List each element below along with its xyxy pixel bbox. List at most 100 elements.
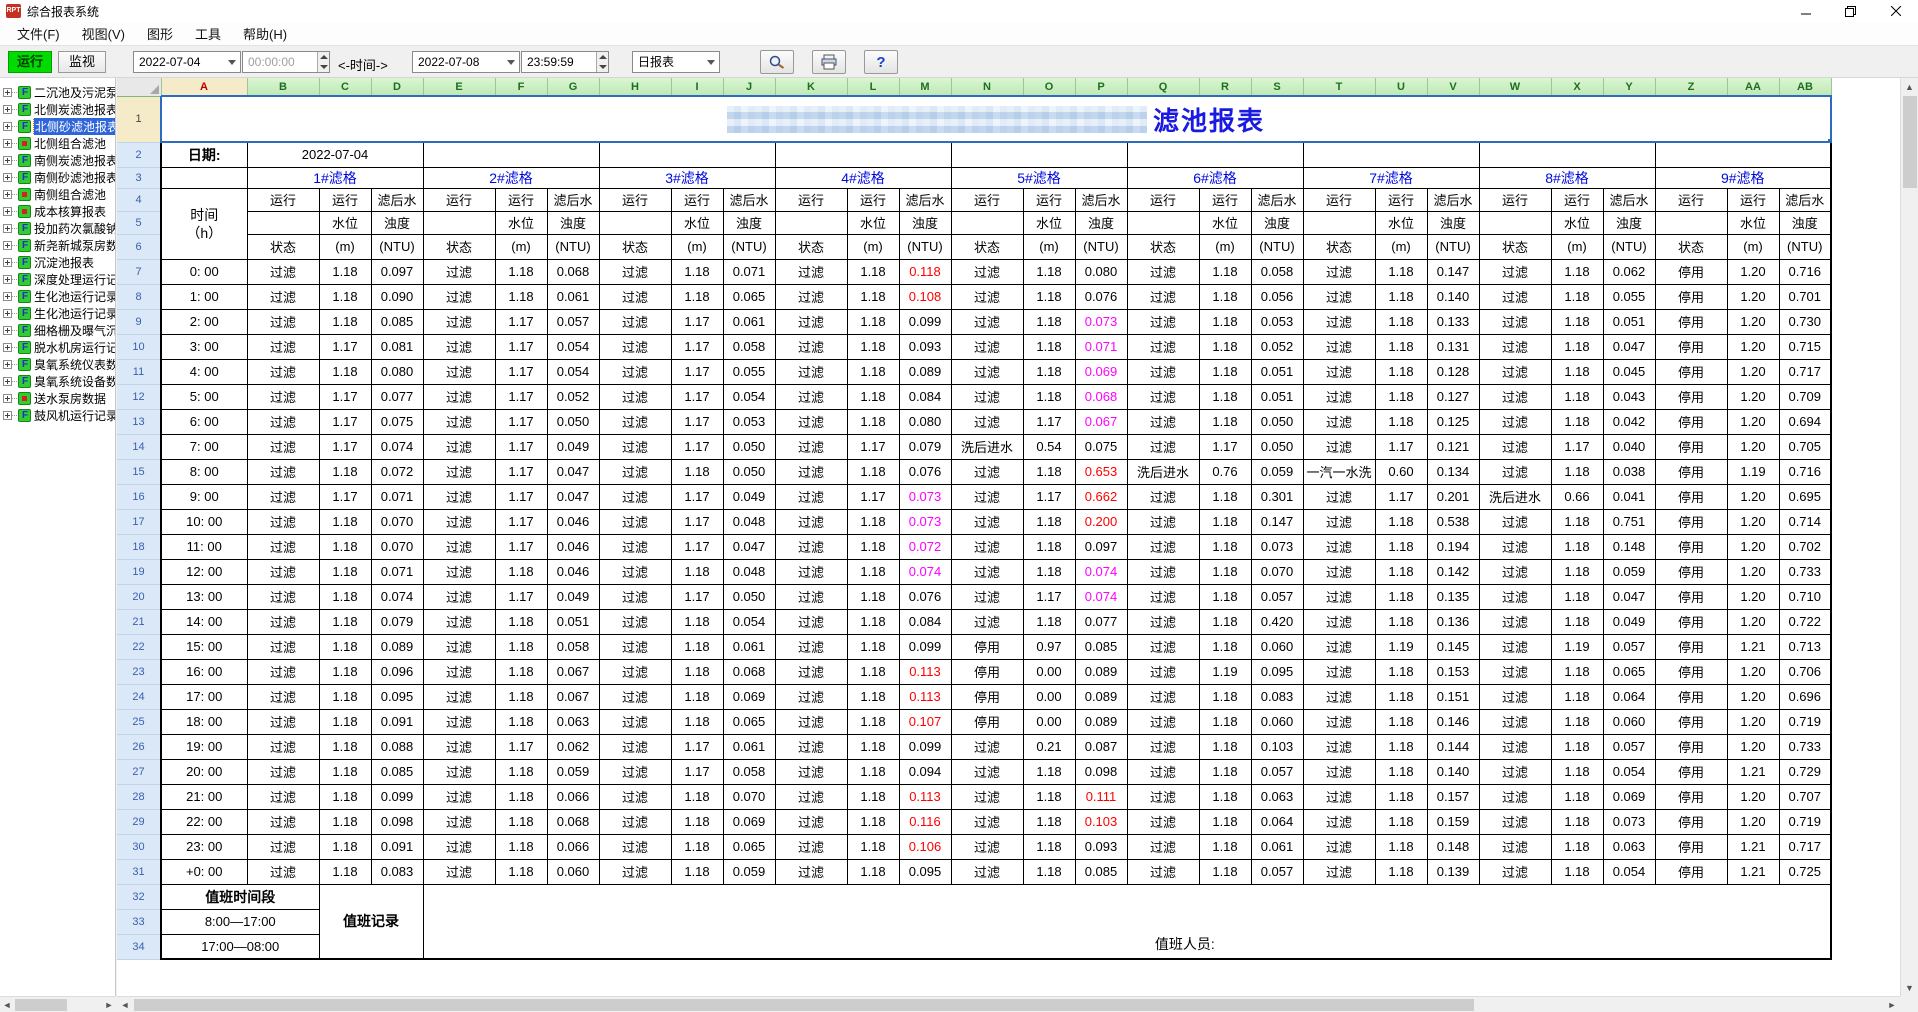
cell[interactable]: 过滤 [247,334,319,359]
cell[interactable]: 1.20 [1727,609,1779,634]
cell[interactable]: 过滤 [599,509,671,534]
cell[interactable]: 过滤 [423,259,495,284]
cell[interactable]: 过滤 [247,434,319,459]
end-date-picker[interactable]: 2022-07-08 [412,51,520,73]
scroll-down-icon[interactable]: ▼ [1901,979,1918,996]
cell[interactable]: 过滤 [1479,509,1551,534]
expand-icon[interactable] [3,377,12,386]
time-cell[interactable]: 16: 00 [161,659,247,684]
cell[interactable]: 0.054 [723,384,775,409]
menu-item[interactable]: 工具 [184,22,232,45]
sub-header-cell[interactable]: 滤后水 [1427,188,1479,211]
cell[interactable]: 1.18 [1551,809,1603,834]
cell[interactable]: 1.18 [1375,284,1427,309]
row-header[interactable]: 20 [117,584,161,609]
cell[interactable]: 1.17 [495,509,547,534]
cell[interactable]: 过滤 [423,659,495,684]
cell[interactable]: 1.18 [1199,584,1251,609]
cell[interactable]: 0.694 [1779,409,1831,434]
cell[interactable]: 停用 [1655,584,1727,609]
sidebar-item[interactable]: 细格栅及曝气沉 [0,322,115,339]
cell[interactable]: 1.18 [1023,334,1075,359]
sub-header-cell[interactable]: 滤后水 [899,188,951,211]
cell[interactable]: 1.18 [1023,559,1075,584]
cell[interactable]: 0.074 [1075,584,1127,609]
cell[interactable]: 0.066 [547,784,599,809]
cell[interactable]: 1.17 [671,409,723,434]
sub-header-cell[interactable]: 滤后水 [1603,188,1655,211]
cell[interactable]: 停用 [1655,434,1727,459]
row-header[interactable]: 12 [117,384,161,409]
cell[interactable]: 过滤 [1479,284,1551,309]
cell[interactable]: 0.049 [547,584,599,609]
cell[interactable]: 过滤 [1479,559,1551,584]
cell[interactable]: 0.071 [371,559,423,584]
sub-header-cell[interactable] [951,211,1023,234]
column-header-U[interactable]: U [1375,78,1427,96]
expand-icon[interactable] [3,139,12,148]
cell[interactable]: 0.733 [1779,559,1831,584]
cell[interactable]: 过滤 [1303,584,1375,609]
cell[interactable]: 0.046 [547,509,599,534]
cell[interactable]: 过滤 [951,609,1023,634]
cell[interactable]: 1.18 [319,609,371,634]
cell[interactable]: 1.18 [1023,609,1075,634]
cell[interactable]: 洗后进水 [951,434,1023,459]
sub-header-cell[interactable]: 状态 [1303,234,1375,259]
row-header[interactable]: 2 [117,142,161,167]
sub-header-cell[interactable]: (m) [319,234,371,259]
cell[interactable]: 1.18 [847,859,899,884]
cell[interactable]: 0.048 [723,559,775,584]
cell[interactable]: 0.043 [1603,384,1655,409]
cell[interactable]: 1.17 [495,309,547,334]
row-header[interactable]: 25 [117,709,161,734]
cell[interactable]: 1.17 [319,334,371,359]
cell[interactable]: 0.084 [899,384,951,409]
cell[interactable]: 0.084 [899,609,951,634]
cell[interactable]: 0.047 [547,459,599,484]
cell[interactable]: 1.18 [1023,384,1075,409]
cell[interactable]: 0.052 [1251,334,1303,359]
cell[interactable]: 过滤 [775,784,847,809]
cell[interactable]: 过滤 [423,334,495,359]
cell[interactable]: 0.050 [723,459,775,484]
cell[interactable]: 0.21 [1023,734,1075,759]
scroll-up-icon[interactable]: ▲ [1901,78,1918,95]
cell[interactable]: 1.18 [1199,384,1251,409]
cell[interactable]: 过滤 [247,409,319,434]
cell[interactable]: 过滤 [247,359,319,384]
start-date-picker[interactable]: 2022-07-04 [133,51,241,73]
cell[interactable]: 1.18 [847,309,899,334]
cell[interactable]: 过滤 [599,334,671,359]
sub-header-cell[interactable]: 运行 [847,188,899,211]
cell[interactable]: 1.20 [1727,659,1779,684]
cell[interactable]: 过滤 [599,584,671,609]
cell[interactable]: 0.099 [899,734,951,759]
row-header[interactable]: 4 [117,188,161,211]
cell[interactable]: 1.18 [1551,509,1603,534]
cell[interactable]: 0.074 [371,434,423,459]
cell[interactable]: 1.18 [847,559,899,584]
cell[interactable]: 0.134 [1427,459,1479,484]
cell[interactable]: 1.20 [1727,709,1779,734]
cell[interactable]: 0.055 [1603,284,1655,309]
cell[interactable]: 1.18 [1375,684,1427,709]
cell[interactable]: 0.046 [547,559,599,584]
cell[interactable]: 0.751 [1603,509,1655,534]
cell[interactable]: 1.18 [671,859,723,884]
cell[interactable]: 0.725 [1779,859,1831,884]
cell[interactable]: 0.053 [723,409,775,434]
cell[interactable]: 1.20 [1727,359,1779,384]
cell[interactable]: 1.18 [1023,784,1075,809]
cell[interactable]: 过滤 [1127,534,1199,559]
cell[interactable]: 过滤 [599,434,671,459]
sub-header-cell[interactable]: 运行 [495,188,547,211]
cell[interactable]: 过滤 [1479,809,1551,834]
cell[interactable]: 1.18 [1551,609,1603,634]
cell[interactable]: 1.18 [1199,859,1251,884]
sub-header-cell[interactable]: 状态 [423,234,495,259]
scroll-left-icon[interactable]: ◄ [117,997,133,1012]
cell[interactable]: 1.18 [319,259,371,284]
cell[interactable]: 1.18 [1199,559,1251,584]
cell[interactable]: 过滤 [1479,784,1551,809]
